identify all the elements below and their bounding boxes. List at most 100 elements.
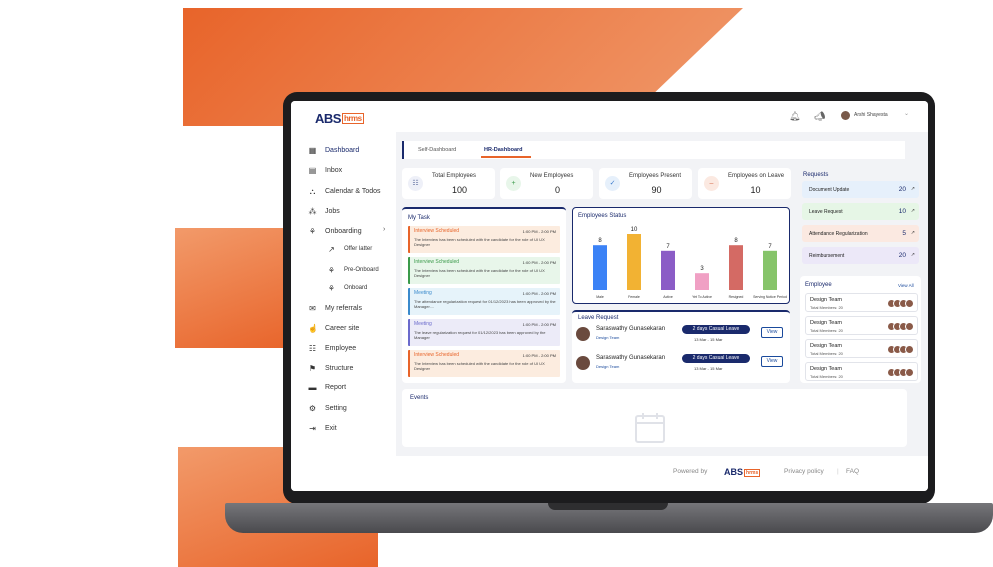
marketing-stage: ABS hrms 🔔︎ 📣︎ Arshi Shayesta ⌄ ▦ Dashboar… bbox=[0, 0, 993, 567]
referral-icon: ✉ bbox=[309, 303, 316, 313]
megaphone-icon[interactable]: 📣︎ bbox=[814, 111, 825, 121]
member-avatars bbox=[887, 322, 914, 331]
chevron-down-icon[interactable]: ⌄ bbox=[904, 110, 909, 117]
leave-request-row: Saraswathy Gunasekaran Design Team 2 day… bbox=[574, 353, 784, 375]
bar-yet-to-active[interactable] bbox=[695, 273, 709, 290]
request-item-attendance-regularization[interactable]: Attendance Regularization 5 ↗ bbox=[802, 225, 919, 242]
bar-value-label: 3 bbox=[700, 266, 704, 272]
leave-employee-team: Design Team bbox=[596, 335, 620, 340]
sidebar-item-label: My referrals bbox=[325, 304, 362, 312]
stat-card-total-employees[interactable]: ☷ Total Employees 100 bbox=[402, 168, 495, 199]
footer: Powered by ABS hrms Privacy policy | FAQ bbox=[396, 456, 928, 491]
bar-female[interactable] bbox=[627, 234, 641, 290]
arrow-up-right-icon: ↗ bbox=[910, 252, 915, 258]
chevron-right-icon[interactable]: › bbox=[383, 226, 385, 233]
employee-team-card[interactable]: Design Team Total Members: 20 bbox=[805, 316, 918, 335]
bar-male[interactable] bbox=[593, 245, 607, 290]
bar-serving-notice-period[interactable] bbox=[763, 250, 777, 290]
sidebar-item-onboard[interactable]: ⚘ Onboard bbox=[327, 282, 367, 294]
stat-label: New Employees bbox=[530, 173, 574, 179]
leave-dates: 13 Mar - 15 Mar bbox=[694, 337, 723, 342]
view-button[interactable]: View bbox=[761, 327, 783, 338]
sidebar-item-inbox[interactable]: ▤ Inbox bbox=[308, 164, 342, 176]
leave-employee-name: Saraswathy Gunasekaran bbox=[596, 326, 666, 332]
sidebar-item-label: Report bbox=[325, 383, 347, 391]
employee-team-card[interactable]: Design Team Total Members: 20 bbox=[805, 293, 918, 312]
request-count: 20 bbox=[898, 186, 906, 193]
request-item-leave-request[interactable]: Leave Request 10 ↗ bbox=[802, 203, 919, 220]
user-avatar[interactable] bbox=[841, 111, 850, 120]
task-item[interactable]: Interview Scheduled 1:00 PM - 2:00 PM Th… bbox=[408, 226, 560, 253]
tab-self-dashboard[interactable]: Self-Dashboard bbox=[418, 147, 456, 153]
sidebar-item-report[interactable]: ▬ Report bbox=[308, 381, 347, 393]
task-title: Meeting bbox=[414, 290, 432, 296]
sidebar-item-my-referrals[interactable]: ✉ My referrals bbox=[308, 302, 362, 314]
leave-dates: 13 Mar - 15 Mar bbox=[694, 366, 723, 371]
employee-team-card[interactable]: Design Team Total Members: 20 bbox=[805, 362, 918, 381]
request-label: Reimbursement bbox=[809, 253, 845, 259]
task-desc: The Interview has been scheduled with th… bbox=[414, 268, 545, 278]
request-item-reimbursement[interactable]: Reimbursement 20 ↗ bbox=[802, 247, 919, 264]
task-desc: The Interview has been scheduled with th… bbox=[414, 237, 545, 247]
task-desc: The leave regularization request for 01/… bbox=[414, 330, 546, 340]
member-avatars bbox=[887, 299, 914, 308]
requests-title: Requests bbox=[803, 172, 829, 178]
flag-icon: ⚑ bbox=[308, 363, 317, 373]
leave-type-badge: 2 days Casual Leave bbox=[682, 325, 750, 334]
team-name: Design Team bbox=[810, 297, 842, 303]
bar-active[interactable] bbox=[661, 250, 675, 290]
stat-value: 0 bbox=[554, 185, 560, 195]
sidebar-item-dashboard[interactable]: ▦ Dashboard bbox=[308, 144, 360, 156]
sidebar-item-exit[interactable]: ⇥ Exit bbox=[308, 422, 337, 434]
bar-value-label: 8 bbox=[598, 238, 602, 244]
sidebar-item-pre-onboard[interactable]: ⚘ Pre-Onboard bbox=[327, 264, 379, 276]
leave-request-title: Leave Request bbox=[578, 315, 619, 321]
task-time: 1:00 PM - 2:00 PM bbox=[522, 260, 556, 265]
sidebar-item-label: Pre-Onboard bbox=[344, 267, 379, 273]
sidebar-item-calendar[interactable]: ⛬ Calendar & Todos bbox=[308, 185, 381, 197]
stat-card-employees-on-leave[interactable]: – Employees on Leave 10 bbox=[698, 168, 791, 199]
sidebar-item-employee[interactable]: ☷ Employee bbox=[308, 342, 356, 354]
view-all-link[interactable]: View All bbox=[898, 283, 914, 288]
stat-card-new-employees[interactable]: + New Employees 0 bbox=[500, 168, 593, 199]
stat-card-employees-present[interactable]: ✓ Employees Present 90 bbox=[599, 168, 692, 199]
sidebar-item-onboarding[interactable]: ⚘ Onboarding bbox=[308, 225, 362, 237]
task-time: 1:00 PM - 2:00 PM bbox=[522, 353, 556, 358]
view-button[interactable]: View bbox=[761, 356, 783, 367]
sidebar-item-career-site[interactable]: ☝ Career site bbox=[308, 322, 359, 334]
employee-team-card[interactable]: Design Team Total Members: 20 bbox=[805, 339, 918, 358]
employees-status-panel: Employees Status 8 Male 10 Female 7 Active 3 Ye… bbox=[572, 207, 790, 304]
bar-resigned[interactable] bbox=[729, 245, 743, 290]
task-title: Interview Scheduled bbox=[414, 259, 460, 265]
privacy-policy-link[interactable]: Privacy policy bbox=[784, 468, 824, 475]
task-title: Meeting bbox=[414, 321, 432, 327]
faq-link[interactable]: FAQ bbox=[846, 468, 859, 475]
sidebar-item-jobs[interactable]: ⁂ Jobs bbox=[308, 205, 340, 217]
sidebar-item-label: Structure bbox=[325, 364, 354, 372]
member-avatars bbox=[887, 345, 914, 354]
team-name: Design Team bbox=[810, 366, 842, 372]
task-item[interactable]: Meeting 1:00 PM - 2:00 PM The leave regu… bbox=[408, 319, 560, 346]
report-icon: ▬ bbox=[308, 382, 317, 392]
task-item[interactable]: Interview Scheduled 1:00 PM - 2:00 PM Th… bbox=[408, 257, 560, 284]
stat-value: 90 bbox=[651, 185, 662, 195]
stat-label: Total Employees bbox=[432, 173, 477, 179]
task-title: Interview Scheduled bbox=[414, 352, 460, 358]
leave-employee-team: Design Team bbox=[596, 364, 620, 369]
sidebar-item-setting[interactable]: ⚙ Setting bbox=[308, 402, 347, 414]
team-members: Total Members: 20 bbox=[810, 305, 843, 310]
task-item[interactable]: Meeting 1:00 PM - 2:00 PM The attendance… bbox=[408, 288, 560, 315]
footer-logo: ABS hrms bbox=[724, 467, 761, 477]
bell-icon[interactable]: 🔔︎ bbox=[789, 111, 800, 121]
stat-value: 10 bbox=[750, 185, 761, 195]
avatar bbox=[576, 356, 590, 370]
tab-hr-dashboard[interactable]: HR-Dashboard bbox=[484, 147, 523, 153]
sidebar-item-label: Offer latter bbox=[344, 246, 373, 252]
app-logo[interactable]: ABS hrms bbox=[315, 111, 364, 126]
task-item[interactable]: Interview Scheduled 1:00 PM - 2:00 PM Th… bbox=[408, 350, 560, 377]
sidebar-item-offer-letter[interactable]: ↗ Offer latter bbox=[327, 243, 372, 255]
request-item-document-update[interactable]: Document Update 20 ↗ bbox=[802, 181, 919, 198]
user-name[interactable]: Arshi Shayesta bbox=[854, 112, 888, 118]
sidebar-item-structure[interactable]: ⚑ Structure bbox=[308, 362, 354, 374]
sidebar-item-label: Calendar & Todos bbox=[325, 187, 381, 195]
